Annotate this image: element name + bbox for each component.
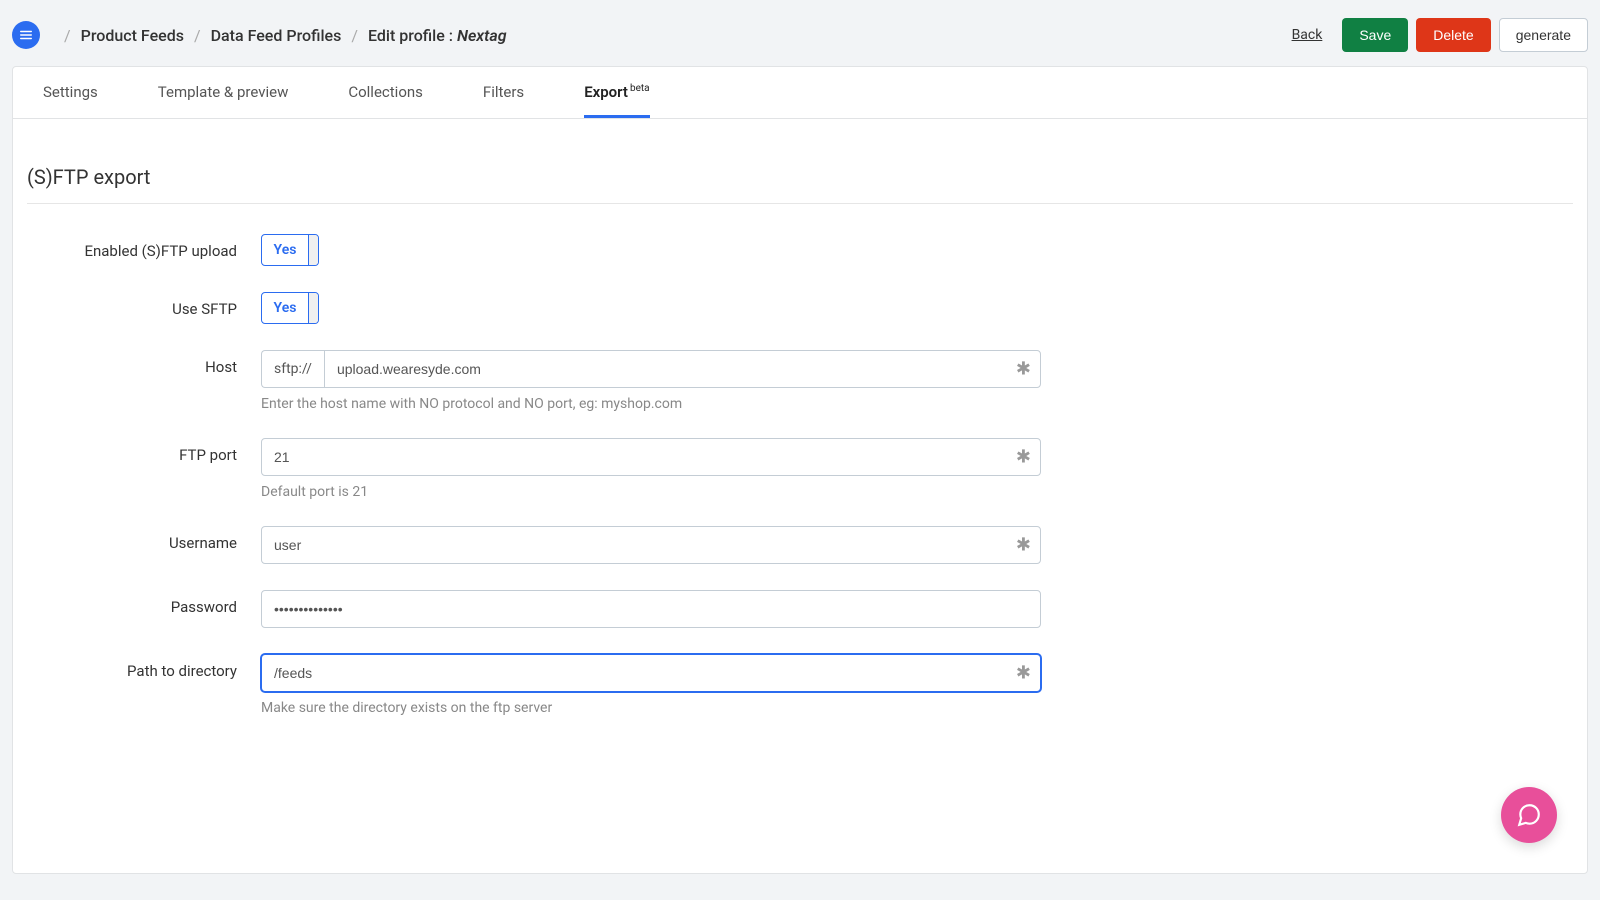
back-link[interactable]: Back — [1292, 27, 1323, 43]
host-protocol-prefix: sftp:// — [261, 350, 324, 388]
username-label: Username — [27, 526, 261, 552]
use-sftp-label: Use SFTP — [27, 292, 261, 318]
host-label: Host — [27, 350, 261, 376]
path-label: Path to directory — [27, 654, 261, 680]
tab-filters[interactable]: Filters — [483, 67, 524, 118]
host-input[interactable] — [324, 350, 1041, 388]
main-card: Settings Template & preview Collections … — [12, 66, 1588, 874]
password-input[interactable] — [261, 590, 1041, 628]
use-sftp-toggle[interactable]: Yes — [261, 292, 319, 324]
page-header: / Product Feeds / Data Feed Profiles / E… — [12, 12, 1588, 66]
breadcrumb: / Product Feeds / Data Feed Profiles / E… — [54, 26, 507, 45]
port-help: Default port is 21 — [261, 484, 1041, 500]
generate-button[interactable]: generate — [1499, 18, 1588, 52]
breadcrumb-item-1[interactable]: Product Feeds — [81, 26, 184, 45]
username-input[interactable] — [261, 526, 1041, 564]
tab-collections[interactable]: Collections — [348, 67, 423, 118]
tab-bar: Settings Template & preview Collections … — [13, 67, 1587, 119]
port-label: FTP port — [27, 438, 261, 464]
chat-icon — [1516, 802, 1542, 828]
path-help: Make sure the directory exists on the ft… — [261, 700, 1041, 716]
section-title: (S)FTP export — [27, 165, 1573, 204]
tab-export[interactable]: Exportbeta — [584, 67, 649, 118]
breadcrumb-item-3: Edit profile : Nextag — [368, 26, 507, 45]
tab-template[interactable]: Template & preview — [158, 67, 289, 118]
port-input[interactable] — [261, 438, 1041, 476]
save-button[interactable]: Save — [1342, 18, 1408, 52]
header-actions: Back Save Delete generate — [1292, 18, 1588, 52]
hamburger-icon — [19, 28, 33, 42]
help-fab-button[interactable] — [1501, 787, 1557, 843]
path-input[interactable] — [261, 654, 1041, 692]
enabled-upload-label: Enabled (S)FTP upload — [27, 234, 261, 260]
beta-badge: beta — [630, 83, 650, 94]
password-label: Password — [27, 590, 261, 616]
host-help: Enter the host name with NO protocol and… — [261, 396, 1041, 412]
menu-button[interactable] — [12, 21, 40, 49]
enabled-upload-toggle[interactable]: Yes — [261, 234, 319, 266]
breadcrumb-item-2[interactable]: Data Feed Profiles — [211, 26, 342, 45]
delete-button[interactable]: Delete — [1416, 18, 1490, 52]
tab-settings[interactable]: Settings — [43, 67, 98, 118]
